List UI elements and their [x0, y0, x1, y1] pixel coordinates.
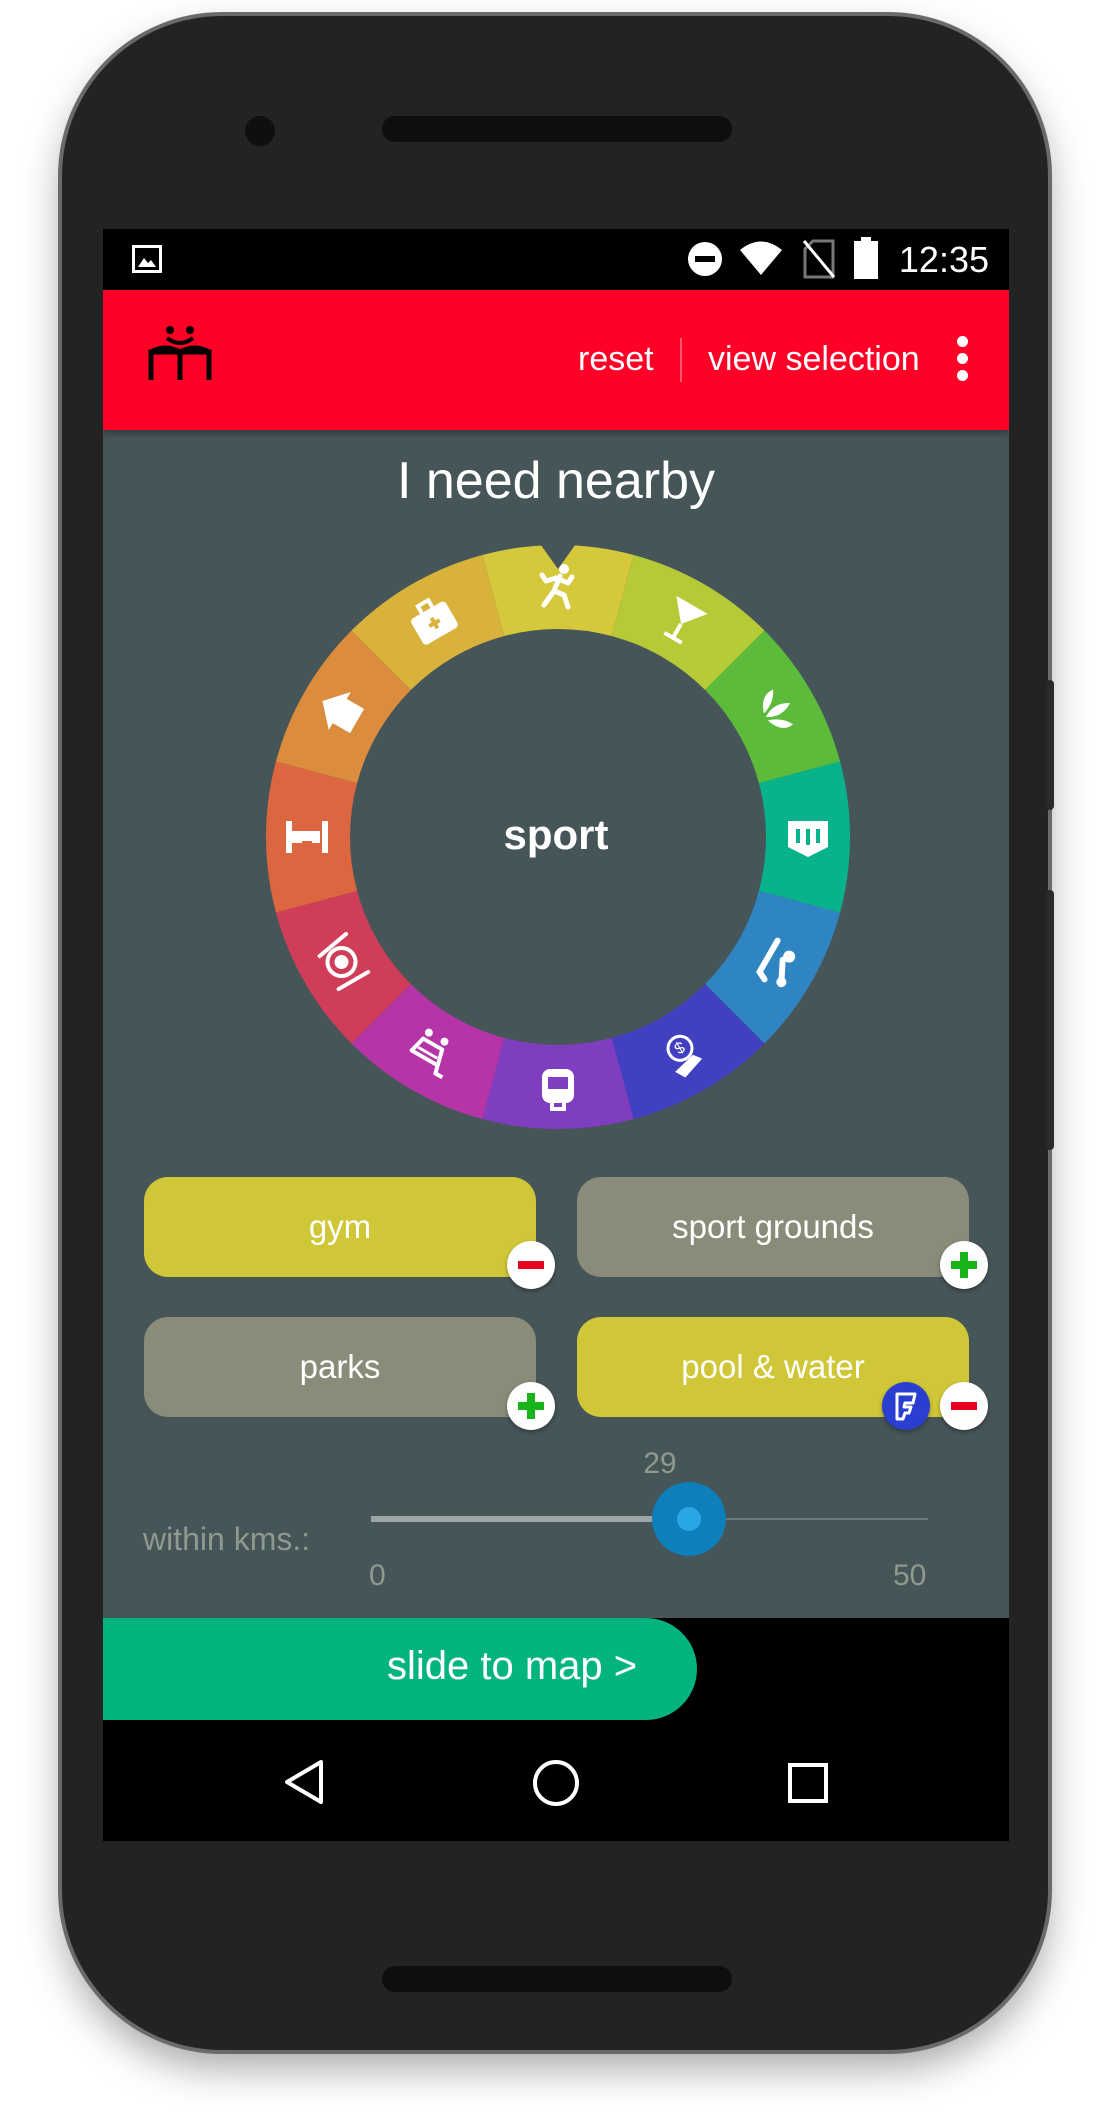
- view-selection-button[interactable]: view selection: [708, 340, 920, 379]
- add-sport-grounds-button[interactable]: [940, 1241, 988, 1289]
- reset-button[interactable]: reset: [578, 340, 654, 379]
- chip-label: parks: [299, 1348, 381, 1385]
- home-icon[interactable]: [531, 1758, 581, 1808]
- back-icon[interactable]: [281, 1758, 327, 1806]
- page-title: I need nearby: [396, 452, 716, 510]
- chip-label: pool & water: [681, 1348, 865, 1385]
- add-parks-button[interactable]: [507, 1382, 555, 1430]
- earpiece-speaker: [382, 116, 732, 142]
- app-bar: reset view selection: [103, 290, 1009, 430]
- distance-slider-fill: [371, 1516, 690, 1522]
- front-camera: [245, 116, 275, 146]
- screen: 12:35 reset view selection I need nearby…: [103, 229, 1009, 1841]
- remove-pool-water-button[interactable]: [940, 1382, 988, 1430]
- wifi-icon: [740, 241, 782, 275]
- do-not-disturb-icon: [688, 242, 722, 276]
- battery-icon: [854, 237, 878, 279]
- slide-to-map-button[interactable]: slide to map >: [103, 1618, 697, 1720]
- distance-value: 29: [643, 1447, 677, 1480]
- foursquare-icon[interactable]: [882, 1382, 930, 1430]
- slide-to-map-label: slide to map >: [387, 1644, 638, 1688]
- power-button: [1046, 680, 1054, 810]
- more-vert-icon[interactable]: [957, 336, 969, 387]
- bottom-speaker: [382, 1966, 732, 1992]
- status-bar: 12:35: [103, 229, 1009, 290]
- volume-button: [1046, 890, 1054, 1150]
- chip-sport-grounds[interactable]: sport grounds: [577, 1177, 969, 1277]
- action-divider: [680, 338, 682, 382]
- no-sim-icon: [803, 239, 835, 279]
- remove-gym-button[interactable]: [507, 1241, 555, 1289]
- clock: 12:35: [898, 239, 989, 280]
- chip-label: sport grounds: [672, 1208, 874, 1245]
- distance-max: 50: [893, 1559, 927, 1592]
- chip-label: gym: [308, 1208, 372, 1245]
- chip-gym[interactable]: gym: [144, 1177, 536, 1277]
- chip-parks[interactable]: parks: [144, 1317, 536, 1417]
- image-icon: [132, 245, 162, 273]
- selected-category-label: sport: [503, 811, 609, 858]
- app-logo[interactable]: [145, 322, 215, 382]
- recents-icon[interactable]: [787, 1762, 829, 1804]
- distance-min: 0: [369, 1559, 386, 1592]
- distance-label: within kms.:: [143, 1521, 311, 1557]
- navigation-bar: [103, 1722, 1009, 1841]
